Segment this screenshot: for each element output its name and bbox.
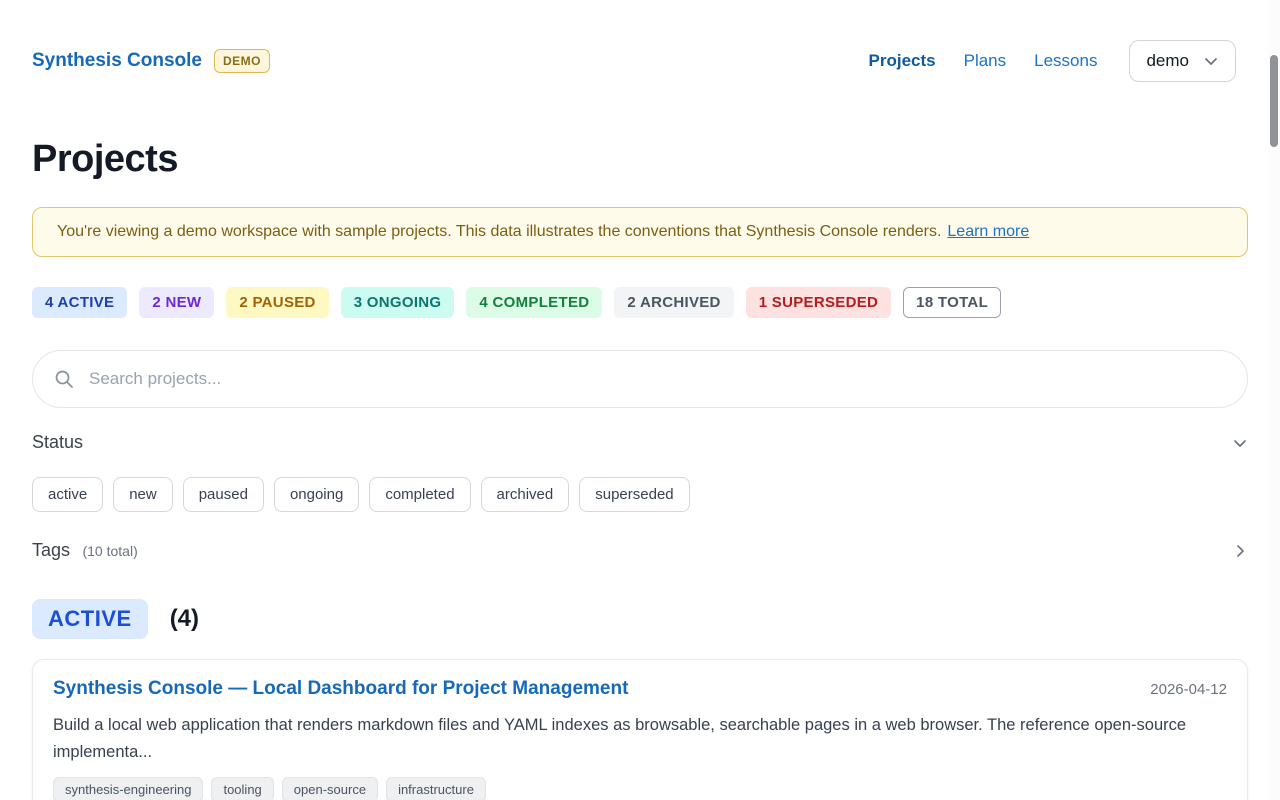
project-card[interactable]: Synthesis Console — Local Dashboard for … (32, 659, 1248, 800)
search-icon (54, 369, 74, 389)
status-filter-label: Status (32, 432, 83, 453)
project-title-link[interactable]: Synthesis Console — Local Dashboard for … (53, 678, 628, 700)
nav-lessons[interactable]: Lessons (1034, 51, 1097, 71)
learn-more-link[interactable]: Learn more (947, 223, 1029, 240)
project-date: 2026-04-12 (1150, 681, 1227, 698)
banner-text: You're viewing a demo workspace with sam… (57, 223, 941, 240)
app-header: Synthesis Console DEMO Projects Plans Le… (0, 0, 1280, 82)
nav-plans[interactable]: Plans (964, 51, 1007, 71)
brand-area: Synthesis Console DEMO (32, 49, 270, 73)
section-label-badge[interactable]: ACTIVE (32, 599, 148, 639)
tag-chip[interactable]: infrastructure (386, 777, 486, 800)
workspace-name: demo (1146, 51, 1189, 71)
brand-link[interactable]: Synthesis Console (32, 50, 202, 72)
filter-chip-ongoing[interactable]: ongoing (274, 477, 359, 512)
project-description: Build a local web application that rende… (53, 712, 1193, 765)
count-badge-new[interactable]: 2 NEW (139, 287, 214, 318)
count-badge-total[interactable]: 18 TOTAL (903, 287, 1001, 318)
demo-badge: DEMO (214, 49, 270, 73)
page-title: Projects (32, 138, 1248, 181)
status-filter-options: active new paused ongoing completed arch… (32, 477, 1248, 512)
status-filter-header[interactable]: Status (32, 432, 1248, 453)
count-badge-superseded[interactable]: 1 SUPERSEDED (746, 287, 891, 318)
search-input[interactable] (32, 350, 1248, 408)
tags-filter-header[interactable]: Tags (10 total) (32, 540, 1248, 561)
chevron-down-icon (1232, 435, 1248, 451)
count-badge-archived[interactable]: 2 ARCHIVED (614, 287, 733, 318)
search-bar (32, 350, 1248, 408)
filter-chip-completed[interactable]: completed (369, 477, 470, 512)
filter-chip-paused[interactable]: paused (183, 477, 264, 512)
tag-chip[interactable]: tooling (211, 777, 273, 800)
tag-chip[interactable]: synthesis-engineering (53, 777, 203, 800)
filter-chip-new[interactable]: new (113, 477, 173, 512)
count-badge-completed[interactable]: 4 COMPLETED (466, 287, 602, 318)
project-tags: synthesis-engineering tooling open-sourc… (53, 777, 1227, 800)
scrollbar[interactable] (1268, 0, 1280, 800)
nav-projects[interactable]: Projects (869, 51, 936, 71)
top-nav: Projects Plans Lessons demo (869, 40, 1236, 82)
workspace-selector[interactable]: demo (1129, 40, 1236, 82)
tag-chip[interactable]: open-source (282, 777, 378, 800)
count-badge-active[interactable]: 4 ACTIVE (32, 287, 127, 318)
card-header: Synthesis Console — Local Dashboard for … (53, 678, 1227, 700)
main-content: Projects You're viewing a demo workspace… (0, 138, 1280, 800)
chevron-right-icon (1232, 543, 1248, 559)
count-badge-paused[interactable]: 2 PAUSED (226, 287, 328, 318)
chevron-down-icon (1203, 53, 1219, 69)
scrollbar-thumb[interactable] (1270, 55, 1278, 147)
section-count: (4) (170, 605, 199, 633)
filter-chip-archived[interactable]: archived (481, 477, 570, 512)
count-badge-ongoing[interactable]: 3 ONGOING (341, 287, 455, 318)
active-section-header: ACTIVE (4) (32, 599, 1248, 639)
demo-banner: You're viewing a demo workspace with sam… (32, 207, 1248, 257)
status-count-row: 4 ACTIVE 2 NEW 2 PAUSED 3 ONGOING 4 COMP… (32, 287, 1248, 318)
filter-chip-active[interactable]: active (32, 477, 103, 512)
filter-chip-superseded[interactable]: superseded (579, 477, 689, 512)
tags-filter-count: (10 total) (82, 543, 137, 559)
tags-filter-label: Tags (32, 540, 70, 560)
